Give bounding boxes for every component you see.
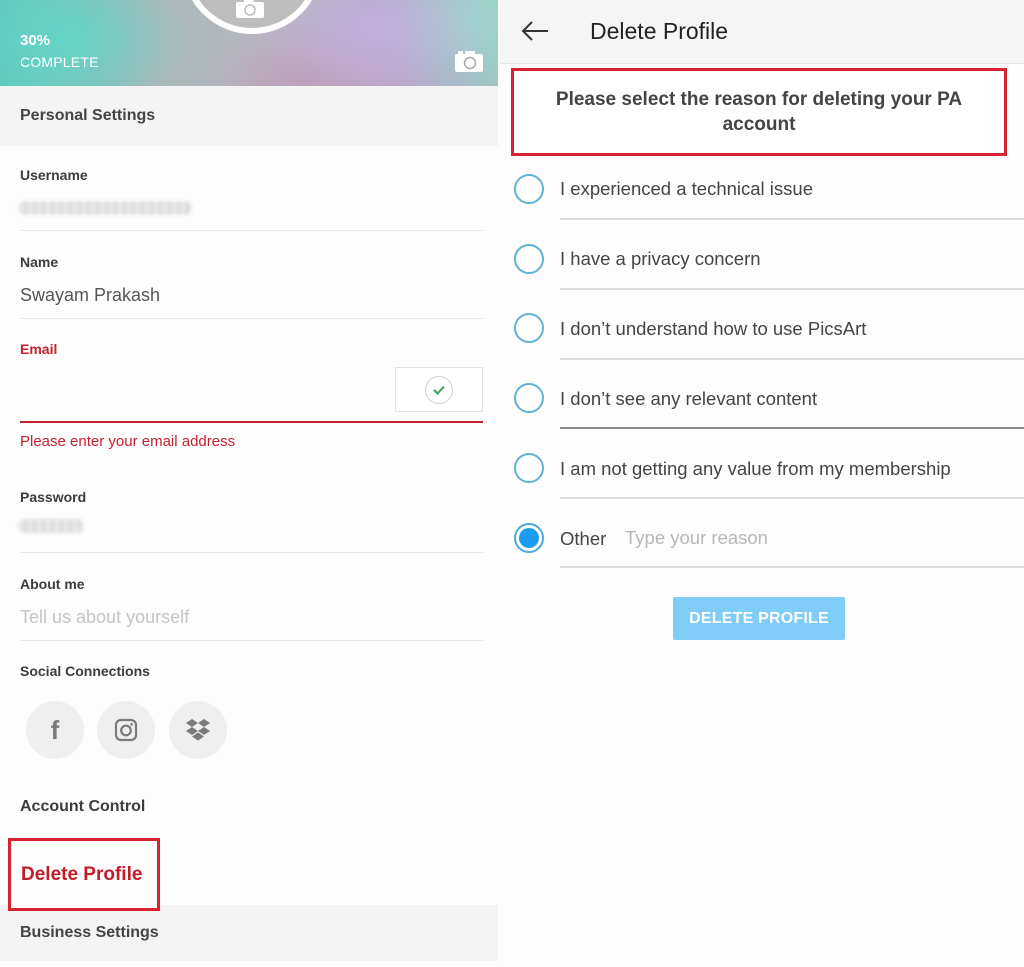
radio-button-selected[interactable] xyxy=(514,523,544,553)
reason-label: I don’t understand how to use PicsArt xyxy=(560,318,867,339)
reason-prompt: Please select the reason for deleting yo… xyxy=(511,68,1007,156)
divider xyxy=(560,288,1024,290)
instagram-icon xyxy=(114,718,138,742)
divider xyxy=(560,497,1024,499)
radio-button[interactable] xyxy=(514,453,544,483)
password-label: Password xyxy=(20,489,87,505)
divider xyxy=(560,218,1024,220)
business-settings-header[interactable]: Business Settings xyxy=(0,905,498,961)
reason-label: I experienced a technical issue xyxy=(560,178,813,199)
camera-icon[interactable] xyxy=(455,50,483,72)
reason-option[interactable]: I don’t understand how to use PicsArt xyxy=(500,294,1024,364)
email-label: Email xyxy=(20,341,58,357)
password-divider xyxy=(20,552,483,553)
delete-profile-button[interactable]: DELETE PROFILE xyxy=(673,597,845,640)
divider xyxy=(560,358,1024,360)
reason-label: Other xyxy=(560,528,607,549)
dropbox-icon xyxy=(186,719,210,741)
radio-button[interactable] xyxy=(514,313,544,343)
reason-option[interactable]: I am not getting any value from my membe… xyxy=(500,433,1024,503)
arrow-left-icon[interactable] xyxy=(520,18,550,44)
camera-icon[interactable] xyxy=(236,0,264,18)
radio-button[interactable] xyxy=(514,383,544,413)
reason-option[interactable]: I experienced a technical issue xyxy=(500,154,1024,224)
divider xyxy=(560,427,1024,429)
other-reason-input[interactable] xyxy=(625,527,985,549)
top-app-bar: Delete Profile xyxy=(500,0,1024,64)
facebook-connect-button[interactable]: f xyxy=(26,701,84,759)
reason-label: I don’t see any relevant content xyxy=(560,388,818,409)
name-field[interactable]: Swayam Prakash xyxy=(20,285,160,306)
email-error-message: Please enter your email address xyxy=(20,433,236,450)
about-me-field[interactable]: Tell us about yourself xyxy=(20,607,189,628)
email-verify-button[interactable] xyxy=(395,367,483,412)
instagram-connect-button[interactable] xyxy=(97,701,155,759)
radio-button[interactable] xyxy=(514,244,544,274)
name-divider xyxy=(20,318,483,319)
reason-option[interactable]: I don’t see any relevant content xyxy=(500,363,1024,433)
username-divider xyxy=(20,230,483,231)
email-field[interactable] xyxy=(20,378,380,404)
username-field[interactable] xyxy=(18,201,192,215)
profile-settings-panel: 30% COMPLETE Personal Settings Username … xyxy=(0,0,498,967)
reason-option-other[interactable]: Other xyxy=(500,503,1024,573)
screenshot-composite: 30% COMPLETE Personal Settings Username … xyxy=(0,0,1024,967)
username-label: Username xyxy=(20,167,88,183)
about-me-label: About me xyxy=(20,576,85,592)
email-divider xyxy=(20,421,483,423)
account-control-label: Account Control xyxy=(20,798,146,815)
divider xyxy=(560,566,1024,568)
completion-percent: 30% xyxy=(20,32,51,49)
page-title: Delete Profile xyxy=(590,18,729,44)
password-field[interactable] xyxy=(18,519,84,533)
delete-profile-link[interactable]: Delete Profile xyxy=(8,838,160,911)
delete-profile-panel: Delete Profile Please select the reason … xyxy=(500,0,1024,967)
reason-label: I am not getting any value from my membe… xyxy=(560,458,951,479)
completion-label: COMPLETE xyxy=(20,54,99,70)
profile-cover-banner[interactable]: 30% COMPLETE xyxy=(0,0,498,86)
personal-settings-header: Personal Settings xyxy=(0,86,498,146)
social-connections-label: Social Connections xyxy=(20,663,150,679)
about-me-divider xyxy=(20,640,483,641)
name-label: Name xyxy=(20,254,59,270)
dropbox-connect-button[interactable] xyxy=(169,701,227,759)
radio-button[interactable] xyxy=(514,174,544,204)
check-circle-icon xyxy=(425,375,453,404)
reason-label: I have a privacy concern xyxy=(560,248,761,269)
reason-option[interactable]: I have a privacy concern xyxy=(500,224,1024,294)
facebook-icon: f xyxy=(50,714,60,745)
